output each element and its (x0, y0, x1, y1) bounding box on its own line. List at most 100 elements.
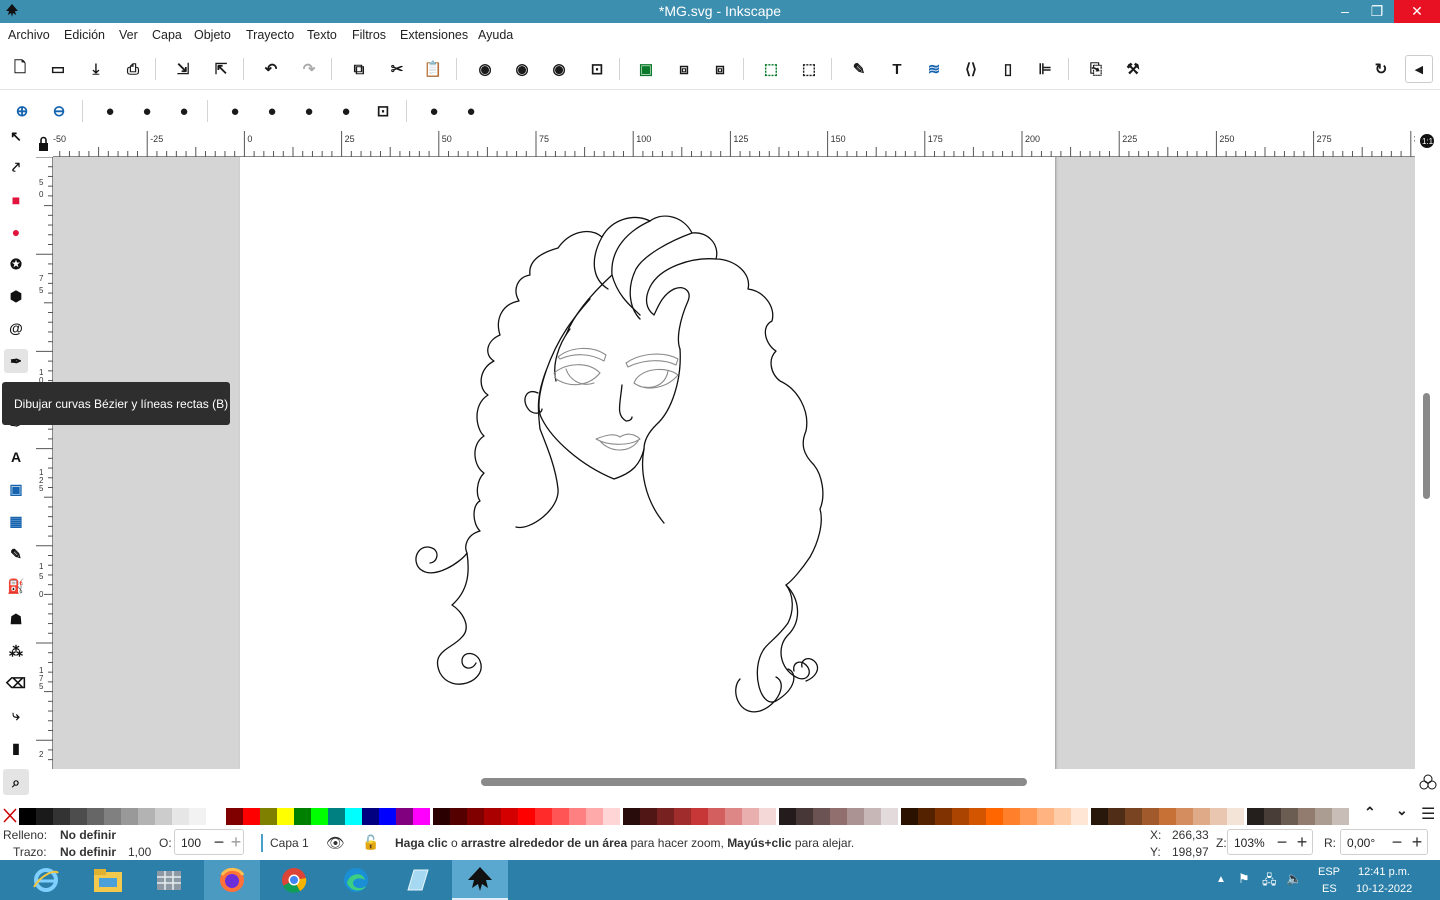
color-swatch[interactable] (935, 808, 952, 825)
color-swatch[interactable] (311, 808, 328, 825)
menu-capa[interactable]: Capa (152, 28, 182, 42)
palette-menu-icon[interactable]: ☰ (1421, 804, 1435, 824)
server-manager-icon[interactable] (141, 860, 197, 900)
vertical-scroll-thumb[interactable] (1423, 393, 1430, 499)
color-swatch[interactable] (277, 808, 294, 825)
color-swatch[interactable] (450, 808, 467, 825)
menu-filtros[interactable]: Filtros (352, 28, 386, 42)
document-properties-icon[interactable]: ⎘ (1085, 58, 1107, 80)
color-swatch[interactable] (328, 808, 345, 825)
minus-icon[interactable]: − (1274, 832, 1290, 853)
color-swatch[interactable] (396, 808, 413, 825)
object-properties-icon[interactable]: ▯ (997, 58, 1019, 80)
group-icon[interactable]: ⬚ (760, 58, 782, 80)
paint-bucket-icon[interactable]: ⛽ (5, 575, 27, 597)
save-document-icon[interactable]: ⤓ (85, 58, 107, 80)
color-swatch[interactable] (759, 808, 776, 825)
color-swatch[interactable] (691, 808, 708, 825)
rectangle-icon[interactable]: ■ (5, 189, 27, 211)
color-swatch[interactable] (70, 808, 87, 825)
color-swatch[interactable] (1227, 808, 1244, 825)
zoom-selection-icon[interactable]: ● (224, 100, 246, 122)
menu-ver[interactable]: Ver (119, 28, 138, 42)
color-swatch[interactable] (1264, 808, 1281, 825)
color-swatch[interactable] (1159, 808, 1176, 825)
color-swatch[interactable] (623, 808, 640, 825)
color-swatch[interactable] (725, 808, 742, 825)
color-swatch[interactable] (155, 808, 172, 825)
plus-icon[interactable]: + (1409, 832, 1425, 853)
clone-icon[interactable]: ⧈ (673, 58, 695, 80)
drawing-illustration[interactable] (240, 157, 1055, 769)
color-swatch[interactable] (586, 808, 603, 825)
palette-scroll-up-icon[interactable]: ⌃ (1364, 804, 1376, 821)
color-swatch[interactable] (1281, 808, 1298, 825)
document-page[interactable] (240, 157, 1055, 769)
tray-expand-icon[interactable]: ▲ (1216, 874, 1226, 885)
fill-value[interactable]: No definir (60, 828, 116, 842)
menu-ayuda[interactable]: Ayuda (478, 28, 513, 42)
color-swatch[interactable] (952, 808, 969, 825)
align-distribute-icon[interactable]: ⊫ (1034, 58, 1056, 80)
export-icon[interactable]: ⇱ (210, 58, 232, 80)
layers-icon[interactable]: ≋ (923, 58, 945, 80)
paste-icon[interactable]: 📋 (422, 58, 444, 80)
color-swatch[interactable] (87, 808, 104, 825)
box-3d-icon[interactable]: ⬢ (5, 285, 27, 307)
color-swatch[interactable] (121, 808, 138, 825)
color-swatch[interactable] (294, 808, 311, 825)
language-bottom[interactable]: ES (1322, 883, 1337, 895)
color-swatch[interactable] (603, 808, 620, 825)
clock-date[interactable]: 10-12-2022 (1356, 883, 1412, 895)
menu-archivo[interactable]: Archivo (8, 28, 50, 42)
ellipse-icon[interactable]: ● (5, 221, 27, 243)
bezier-pen-icon[interactable]: ✒ (4, 349, 28, 373)
edge-icon[interactable] (328, 860, 384, 900)
color-swatch[interactable] (1142, 808, 1159, 825)
notepad-icon[interactable] (389, 860, 445, 900)
close-button[interactable]: ✕ (1394, 0, 1440, 23)
color-swatch[interactable] (1091, 808, 1108, 825)
color-swatch[interactable] (226, 808, 243, 825)
language-top[interactable]: ESP (1318, 866, 1340, 878)
color-swatch[interactable] (1210, 808, 1227, 825)
color-swatch[interactable] (1247, 808, 1264, 825)
firefox-icon[interactable] (204, 860, 260, 900)
color-swatch[interactable] (1108, 808, 1125, 825)
color-swatch[interactable] (881, 808, 898, 825)
color-swatch[interactable] (1298, 808, 1315, 825)
spray-icon[interactable]: ⁂ (5, 640, 27, 662)
print-icon[interactable]: ⎙ (122, 58, 144, 80)
color-swatch[interactable] (796, 808, 813, 825)
mesh-icon[interactable]: ▦ (5, 510, 27, 532)
minus-icon[interactable]: − (1389, 832, 1405, 853)
color-swatch[interactable] (172, 808, 189, 825)
color-swatch[interactable] (830, 808, 847, 825)
zoom-in-icon[interactable]: ⊕ (11, 100, 33, 122)
color-swatch[interactable] (708, 808, 725, 825)
color-swatch[interactable] (918, 808, 935, 825)
menu-objeto[interactable]: Objeto (194, 28, 231, 42)
cut-icon[interactable]: ✂ (386, 58, 408, 80)
minimize-button[interactable]: – (1330, 0, 1360, 23)
color-swatch[interactable] (1125, 808, 1142, 825)
import-icon[interactable]: ⇲ (172, 58, 194, 80)
color-swatch[interactable] (813, 808, 830, 825)
color-swatch[interactable] (1193, 808, 1210, 825)
internet-explorer-icon[interactable] (18, 860, 74, 900)
zoom-spinner[interactable]: 103% − + (1227, 829, 1313, 855)
color-swatch[interactable] (345, 808, 362, 825)
spiral-icon[interactable]: @ (5, 317, 27, 339)
color-swatch[interactable] (969, 808, 986, 825)
color-swatch[interactable] (1332, 808, 1349, 825)
copy-icon[interactable]: ⧉ (348, 58, 370, 80)
zoom-next-icon[interactable]: ● (460, 100, 482, 122)
color-swatch[interactable] (138, 808, 155, 825)
color-swatch[interactable] (362, 808, 379, 825)
network-icon[interactable]: 🖧 (1262, 871, 1277, 893)
tweak-icon[interactable]: ☗ (5, 608, 27, 630)
color-swatch[interactable] (501, 808, 518, 825)
color-swatch[interactable] (552, 808, 569, 825)
color-swatch[interactable] (1054, 808, 1071, 825)
color-swatch[interactable] (53, 808, 70, 825)
